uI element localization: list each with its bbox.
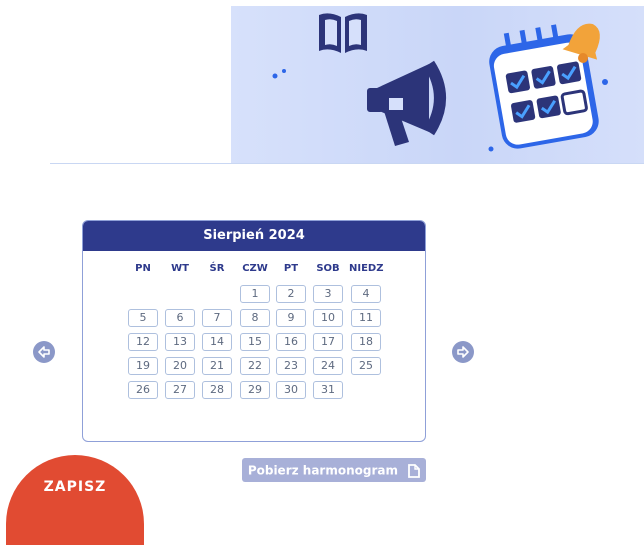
calendar-day[interactable]: 27 [165,381,195,399]
calendar-day[interactable]: 10 [313,309,343,327]
calendar-day[interactable]: 18 [351,333,381,351]
calendar-day[interactable]: 2 [276,285,306,303]
calendar-day[interactable]: 26 [128,381,158,399]
calendar-day[interactable]: 14 [202,333,232,351]
calendar-day[interactable]: 8 [240,309,270,327]
calendar-day[interactable]: 31 [313,381,343,399]
calendar-day[interactable]: 5 [128,309,158,327]
sparkle-decoration [488,146,494,152]
arrow-right-icon [457,346,469,358]
sparkle-decoration [602,79,608,85]
calendar-day[interactable]: 4 [351,285,381,303]
calendar-day[interactable]: 24 [313,357,343,375]
weekday-label: ŚR [209,263,225,274]
arrow-left-icon [38,346,50,358]
megaphone-icon [367,60,446,146]
signup-button[interactable]: ZAPISZ [6,455,144,545]
calendar-day[interactable]: 1 [240,285,270,303]
weekday-label: CZW [242,263,268,274]
calendar-day[interactable]: 15 [240,333,270,351]
weekday-label: SOB [316,263,340,274]
calendar-widget: Sierpień 2024 PN WT ŚR CZW PT SOB NIEDZ … [82,220,426,442]
calendar-day[interactable]: 12 [128,333,158,351]
calendar-day[interactable]: 11 [351,309,381,327]
signup-label: ZAPISZ [43,479,107,495]
prev-month-button[interactable] [33,341,55,363]
calendar-day[interactable]: 30 [276,381,306,399]
calendar-day[interactable]: 3 [313,285,343,303]
calendar-day[interactable]: 13 [165,333,195,351]
calendar-day[interactable]: 29 [240,381,270,399]
calendar-day[interactable]: 23 [276,357,306,375]
calendar-day[interactable]: 25 [351,357,381,375]
sparkle-decoration [272,69,286,79]
weekday-label: PN [135,263,151,274]
calendar-day[interactable]: 6 [165,309,195,327]
weekday-header: PN WT ŚR CZW PT SOB NIEDZ [83,263,425,277]
weekday-label: WT [171,263,189,274]
calendar-day[interactable]: 21 [202,357,232,375]
calendar-day[interactable]: 28 [202,381,232,399]
calendar-day[interactable]: 19 [128,357,158,375]
calendar-day[interactable]: 17 [313,333,343,351]
download-schedule-button[interactable]: Pobierz harmonogram [242,458,426,482]
divider [50,163,644,164]
month-title: Sierpień 2024 [83,221,425,251]
download-label: Pobierz harmonogram [247,463,398,478]
hero-banner [231,6,644,164]
calendar-day[interactable]: 7 [202,309,232,327]
weekday-label: PT [283,263,299,274]
calendar-day[interactable]: 22 [240,357,270,375]
calendar-day[interactable]: 16 [276,333,306,351]
next-month-button[interactable] [452,341,474,363]
document-icon [408,463,421,478]
calendar-day[interactable]: 20 [165,357,195,375]
weekday-label: NIEDZ [349,263,384,274]
bell-icon [562,23,600,63]
calendar-day[interactable]: 9 [276,309,306,327]
